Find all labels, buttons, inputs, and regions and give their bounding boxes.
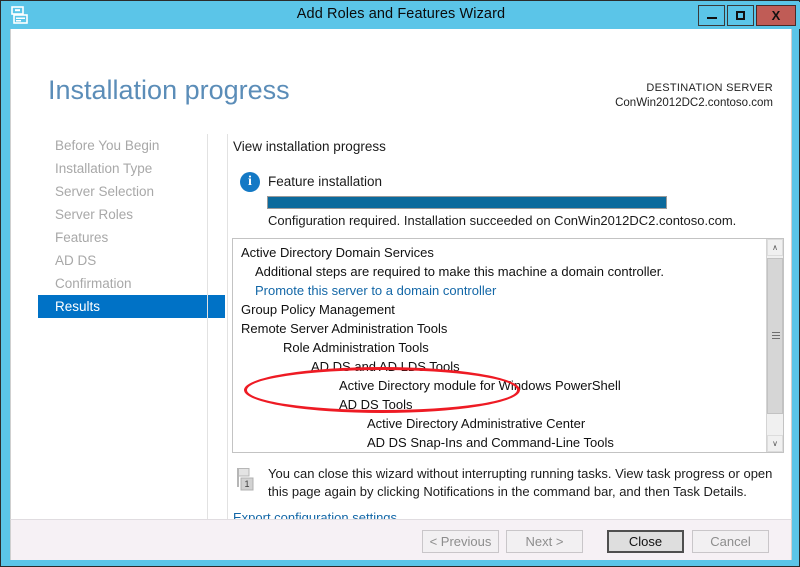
sidebar-item-ad-ds[interactable]: AD DS bbox=[21, 249, 208, 272]
destination-server-name: ConWin2012DC2.contoso.com bbox=[615, 97, 773, 109]
close-button[interactable]: Close bbox=[607, 530, 684, 553]
results-list-item: Group Policy Management bbox=[241, 302, 395, 317]
results-list-box[interactable]: Active Directory Domain Services Addition… bbox=[232, 238, 784, 453]
results-list-item: AD DS and AD LDS Tools bbox=[311, 359, 460, 374]
wizard-step-nav: Before You Begin Installation Type Serve… bbox=[21, 134, 225, 529]
main-heading: View installation progress bbox=[233, 139, 386, 154]
maximize-button[interactable] bbox=[727, 5, 754, 26]
destination-server-block: DESTINATION SERVER ConWin2012DC2.contoso… bbox=[615, 81, 773, 111]
destination-server-label: DESTINATION SERVER bbox=[646, 82, 773, 94]
results-list-item: Active Directory Administrative Center bbox=[367, 416, 586, 431]
sidebar-item-installation-type[interactable]: Installation Type bbox=[21, 157, 208, 180]
next-button[interactable]: Next > bbox=[506, 530, 583, 553]
cancel-button[interactable]: Cancel bbox=[692, 530, 769, 553]
page-title: Installation progress bbox=[48, 75, 290, 105]
scrollbar-grip-icon bbox=[772, 332, 780, 340]
results-list-item: Role Administration Tools bbox=[283, 340, 429, 355]
promote-server-link[interactable]: Promote this server to a domain controll… bbox=[241, 281, 763, 300]
results-list-item: Active Directory Domain Services bbox=[241, 245, 434, 260]
maximize-icon bbox=[736, 11, 745, 20]
previous-button[interactable]: < Previous bbox=[422, 530, 499, 553]
close-window-button[interactable]: X bbox=[756, 5, 796, 26]
main-pane: View installation progress i Feature ins… bbox=[228, 134, 793, 531]
window-title: Add Roles and Features Wizard bbox=[296, 6, 506, 22]
sidebar-item-results[interactable]: Results bbox=[38, 295, 225, 318]
scroll-up-button[interactable]: ∧ bbox=[767, 239, 783, 256]
results-list-item: AD DS Tools bbox=[339, 397, 413, 412]
minimize-button[interactable] bbox=[698, 5, 725, 26]
results-list: Active Directory Domain Services Addition… bbox=[233, 239, 763, 452]
sidebar-item-server-roles[interactable]: Server Roles bbox=[21, 203, 208, 226]
info-icon: i bbox=[240, 172, 260, 192]
sidebar-item-features[interactable]: Features bbox=[21, 226, 208, 249]
footer-bar: < Previous Next > Close Cancel bbox=[10, 519, 792, 560]
wizard-window: Add Roles and Features Wizard X Installa… bbox=[0, 0, 800, 567]
caption-buttons: X bbox=[698, 5, 796, 26]
client-area: Installation progress DESTINATION SERVER… bbox=[10, 29, 792, 531]
sidebar-divider-inner bbox=[207, 134, 208, 531]
results-list-item: Active Directory module for Windows Powe… bbox=[339, 378, 621, 393]
installation-progress-bar bbox=[267, 196, 667, 209]
minimize-icon bbox=[706, 17, 717, 19]
results-list-item: Remote Server Administration Tools bbox=[241, 321, 448, 336]
svg-text:1: 1 bbox=[244, 479, 249, 489]
sidebar-item-server-selection[interactable]: Server Selection bbox=[21, 180, 208, 203]
results-list-item: Additional steps are required to make th… bbox=[255, 264, 664, 279]
notification-flag-icon: 1 bbox=[235, 467, 257, 491]
sidebar-item-before-you-begin[interactable]: Before You Begin bbox=[21, 134, 208, 157]
scroll-down-button[interactable]: ∨ bbox=[767, 435, 783, 452]
results-list-item: AD DS Snap-Ins and Command-Line Tools bbox=[367, 435, 614, 450]
sidebar-item-confirmation[interactable]: Confirmation bbox=[21, 272, 208, 295]
results-scrollbar[interactable]: ∧ ∨ bbox=[766, 239, 783, 452]
progress-status-text: Configuration required. Installation suc… bbox=[268, 213, 737, 228]
title-bar: Add Roles and Features Wizard X bbox=[2, 2, 800, 29]
scrollbar-thumb[interactable] bbox=[767, 258, 783, 414]
progress-fill bbox=[268, 197, 666, 208]
feature-installation-label: Feature installation bbox=[268, 174, 383, 189]
notice-text: You can close this wizard without interr… bbox=[268, 466, 773, 499]
